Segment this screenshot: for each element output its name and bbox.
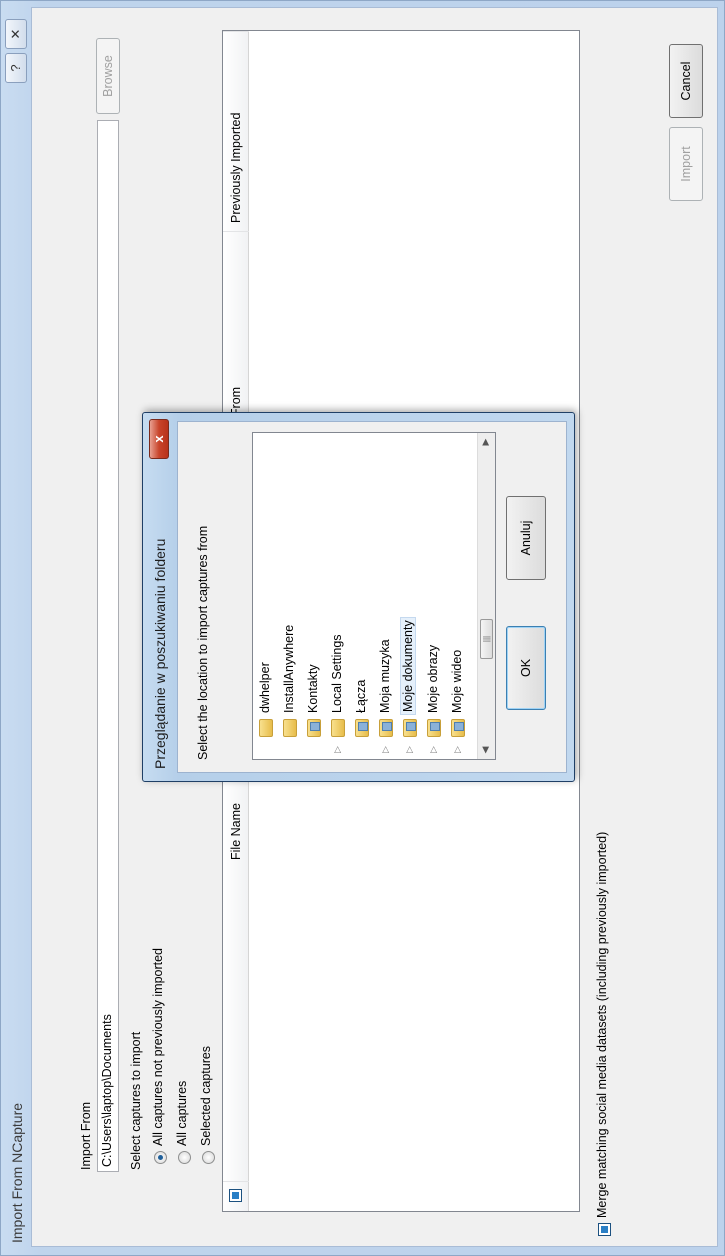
expand-arrow-icon[interactable]: ▷ [332, 743, 343, 753]
tree-item-label: Łącza [354, 679, 368, 713]
folder-icon [331, 719, 345, 737]
select-all-checkbox[interactable] [229, 1189, 242, 1202]
tree-item-installanywhere[interactable]: InstallAnywhere [279, 459, 303, 759]
expand-arrow-icon[interactable]: ▷ [380, 743, 391, 753]
dialog-cancel-button[interactable]: Anuluj [506, 496, 546, 580]
tree-item-label: Local Settings [330, 634, 344, 713]
tree-item-kontakty[interactable]: Kontakty [303, 459, 327, 759]
scroll-right-icon[interactable]: ▶ [480, 435, 491, 449]
close-icon: x [151, 435, 166, 443]
contacts-folder-icon [307, 719, 321, 737]
window-close-button[interactable]: ✕ [5, 19, 27, 49]
expand-arrow-icon[interactable]: ▷ [428, 743, 439, 753]
import-window: Import From NCapture ? ✕ Import From C:\… [0, 0, 725, 1256]
dialog-ok-button[interactable]: OK [506, 626, 546, 710]
radio-all-captures[interactable] [178, 1151, 191, 1164]
tree-item-local-settings[interactable]: ▷ Local Settings [327, 459, 351, 759]
merge-label: Merge matching social media datasets (in… [595, 831, 609, 1218]
dialog-prompt: Select the location to import captures f… [196, 525, 210, 760]
scroll-left-icon[interactable]: ◀ [480, 743, 491, 757]
radio-selected-captures[interactable] [202, 1151, 215, 1164]
dialog-close-button[interactable]: x [149, 419, 169, 459]
tree-item-moje-wideo[interactable]: ▷ Moje wideo [447, 459, 471, 759]
import-button[interactable]: Import [669, 127, 703, 201]
import-path-field[interactable]: C:\Users\laptop\Documents [97, 120, 119, 1172]
radio-not-imported[interactable] [154, 1151, 167, 1164]
video-folder-icon [451, 719, 465, 737]
expand-arrow-icon[interactable]: ▷ [404, 743, 415, 753]
tree-item-label: Moje obrazy [426, 644, 440, 713]
folder-tree: dwhelper InstallAnywhere Kontakty ▷ Loca… [252, 432, 496, 760]
merge-checkbox[interactable] [598, 1223, 611, 1236]
tree-item-moje-dokumenty[interactable]: ▷ Moje dokumenty [399, 459, 423, 759]
option-all-captures-label: All captures [175, 1080, 189, 1146]
tree-item-lacza[interactable]: Łącza [351, 459, 375, 759]
import-from-label: Import From [79, 1101, 93, 1170]
tree-item-label: Moje wideo [450, 649, 464, 713]
option-selected-captures-label: Selected captures [199, 1045, 213, 1146]
tree-item-label: Kontakty [306, 664, 320, 713]
dialog-title: Przeglądanie w poszukiwaniu folderu [152, 538, 168, 769]
folder-icon [259, 719, 273, 737]
tree-item-label: Moja muzyka [378, 639, 392, 713]
expand-arrow-icon[interactable]: ▷ [452, 743, 463, 753]
help-button[interactable]: ? [5, 53, 27, 83]
help-icon: ? [8, 64, 23, 72]
dialog-client-area: Select the location to import captures f… [177, 421, 567, 773]
tree-item-moja-muzyka[interactable]: ▷ Moja muzyka [375, 459, 399, 759]
option-not-imported-label: All captures not previously imported [151, 947, 165, 1146]
documents-folder-icon [403, 719, 417, 737]
links-folder-icon [355, 719, 369, 737]
tree-item-label: Moje dokumenty [400, 617, 416, 715]
pictures-folder-icon [427, 719, 441, 737]
cancel-button[interactable]: Cancel [669, 44, 703, 118]
window-title: Import From NCapture [9, 1102, 25, 1243]
column-previously-imported[interactable]: Previously Imported [223, 31, 249, 231]
folder-browse-dialog: Przeglądanie w poszukiwaniu folderu x Se… [142, 412, 575, 782]
tree-item-label: dwhelper [258, 662, 272, 713]
browse-button[interactable]: Browse [96, 38, 120, 114]
tree-item-moje-obrazy[interactable]: ▷ Moje obrazy [423, 459, 447, 759]
scroll-thumb[interactable]: ||| [480, 619, 493, 659]
close-icon: ✕ [8, 28, 23, 40]
folder-icon [283, 719, 297, 737]
tree-item-label: InstallAnywhere [282, 624, 296, 713]
tree-item-dwhelper[interactable]: dwhelper [255, 459, 279, 759]
select-captures-label: Select captures to import [129, 1031, 143, 1170]
select-all-column [223, 1181, 249, 1211]
music-folder-icon [379, 719, 393, 737]
tree-horizontal-scrollbar[interactable]: ◀ ||| ▶ [477, 433, 495, 759]
